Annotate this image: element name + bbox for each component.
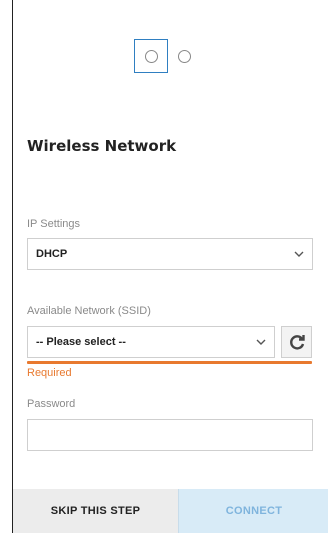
network-value: -- Please select --: [36, 336, 126, 348]
ip-settings-value: DHCP: [36, 248, 68, 260]
password-label: Password: [27, 398, 76, 410]
ip-settings-label: IP Settings: [27, 218, 80, 230]
step-current: [134, 39, 168, 73]
network-label: Available Network (SSID): [27, 305, 151, 317]
password-input[interactable]: [27, 419, 313, 451]
error-underline: [27, 361, 312, 364]
chevron-down-icon: [256, 337, 266, 348]
step-next: [178, 49, 191, 63]
ip-settings-select[interactable]: DHCP: [27, 238, 313, 270]
refresh-icon: [289, 335, 305, 350]
chevron-down-icon: [294, 249, 304, 260]
step-indicator: [134, 39, 191, 73]
refresh-button[interactable]: [281, 326, 312, 358]
skip-step-button[interactable]: SKIP THIS STEP: [13, 489, 178, 533]
page-title: Wireless Network: [27, 137, 177, 155]
setup-panel: Wireless Network IP Settings DHCP Availa…: [12, 0, 328, 533]
footer-actions: SKIP THIS STEP CONNECT: [13, 489, 328, 533]
step-2-dot-icon: [178, 49, 191, 63]
network-select[interactable]: -- Please select --: [27, 326, 275, 358]
network-error-text: Required: [27, 367, 72, 379]
step-1-dot-icon: [144, 49, 158, 63]
connect-button[interactable]: CONNECT: [178, 489, 328, 533]
